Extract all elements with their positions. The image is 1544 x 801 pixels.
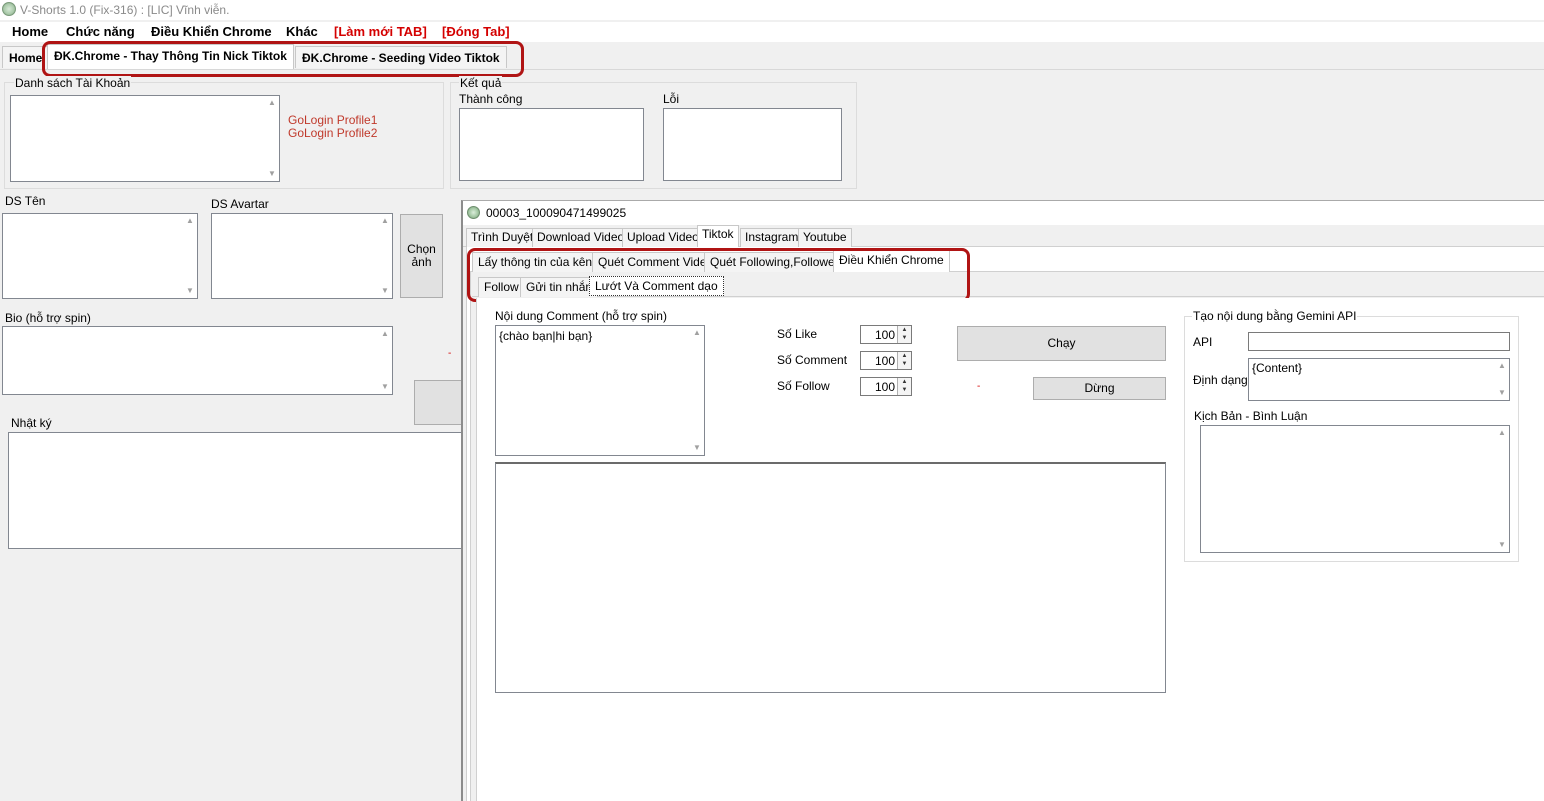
stepper-arrows-icon[interactable]: ▲ ▼ [897, 378, 911, 395]
scrollbar[interactable]: ▲ ▼ [1497, 428, 1507, 550]
scrollbar[interactable]: ▲ ▼ [1497, 361, 1507, 398]
menu-chrome-control[interactable]: Điều Khiển Chrome [151, 24, 272, 39]
bio-textarea[interactable]: ▲ ▼ [2, 326, 393, 395]
success-label: Thành công [459, 92, 523, 106]
menu-home[interactable]: Home [12, 24, 48, 39]
highlight-main-tabs [42, 41, 524, 77]
bio-label: Bio (hỗ trợ spin) [5, 311, 91, 325]
profile-item-2[interactable]: GoLogin Profile2 [288, 126, 377, 140]
follow-count-label: Số Follow [777, 379, 830, 393]
api-input[interactable] [1248, 332, 1510, 351]
like-count-label: Số Like [777, 327, 818, 341]
avatar-textarea[interactable]: ▲ ▼ [211, 213, 393, 299]
format-value: {Content} [1252, 361, 1303, 375]
follow-count-stepper[interactable]: 100 ▲ ▼ [860, 377, 912, 396]
like-count-value: 100 [874, 328, 895, 342]
comment-count-stepper[interactable]: 100 ▲ ▼ [860, 351, 912, 370]
tab-upload-video[interactable]: Upload Video [622, 228, 704, 247]
stop-button[interactable]: Dừng [1033, 377, 1166, 400]
profile-item-1[interactable]: GoLogin Profile1 [288, 113, 377, 127]
stepper-arrows-icon[interactable]: ▲ ▼ [897, 352, 911, 369]
child-title-bar: 00003_100090471499025 [463, 201, 1544, 225]
run-button[interactable]: Chạy [957, 326, 1166, 361]
tab-tiktok[interactable]: Tiktok [697, 225, 739, 247]
scrollbar[interactable]: ▲ ▼ [692, 328, 702, 453]
comment-content-textarea[interactable]: {chào bạn|hi bạn} ▲ ▼ [495, 325, 705, 456]
comment-count-label: Số Comment [777, 353, 848, 367]
account-list-textarea[interactable]: ▲ ▼ [10, 95, 280, 182]
account-list-label: Danh sách Tài Khoản [14, 76, 132, 90]
comment-content-value: {chào bạn|hi bạn} [499, 329, 593, 343]
menu-features[interactable]: Chức năng [66, 24, 135, 39]
names-textarea[interactable]: ▲ ▼ [2, 213, 198, 299]
window-title: V-Shorts 1.0 (Fix-316) : [LIC] Vĩnh viễn… [20, 3, 230, 17]
error-label: Lỗi [663, 92, 680, 106]
stepper-arrows-icon[interactable]: ▲ ▼ [897, 326, 911, 343]
avatar-label: DS Avartar [211, 197, 269, 211]
log-label: Nhật ký [11, 416, 52, 430]
script-label: Kịch Bản - Bình Luận [1194, 409, 1308, 423]
run-status-dash: - [977, 381, 981, 392]
menu-refresh-tab[interactable]: [Làm mới TAB] [334, 24, 427, 39]
api-label: API [1193, 335, 1213, 349]
success-textarea[interactable] [459, 108, 644, 181]
title-bar: V-Shorts 1.0 (Fix-316) : [LIC] Vĩnh viễn… [0, 0, 1544, 20]
tab-browser[interactable]: Trình Duyệt [466, 228, 539, 247]
scrollbar[interactable]: ▲ ▼ [380, 216, 390, 296]
tab-instagram[interactable]: Instagram [740, 228, 804, 247]
like-count-stepper[interactable]: 100 ▲ ▼ [860, 325, 912, 344]
scrollbar[interactable]: ▲ ▼ [380, 329, 390, 392]
app-logo-icon [2, 2, 16, 16]
tab-youtube[interactable]: Youtube [798, 228, 852, 247]
format-textarea[interactable]: {Content} ▲ ▼ [1248, 358, 1510, 401]
log-textarea[interactable] [8, 432, 462, 549]
format-label: Định dạng [1193, 373, 1248, 387]
error-textarea[interactable] [663, 108, 842, 181]
result-label: Kết quả [459, 76, 503, 90]
choose-image-button[interactable]: Chọn ảnh [400, 214, 443, 298]
scrollbar[interactable]: ▲ ▼ [185, 216, 195, 296]
child-window-title: 00003_100090471499025 [486, 206, 627, 220]
menu-other[interactable]: Khác [286, 24, 318, 39]
follow-count-value: 100 [874, 380, 895, 394]
scrollbar[interactable]: ▲ ▼ [267, 98, 277, 179]
comment-count-value: 100 [874, 354, 895, 368]
choose-image-label: Chọn ảnh [407, 242, 436, 269]
comment-content-label: Nội dung Comment (hỗ trợ spin) [495, 309, 667, 323]
status-dash: - [448, 348, 452, 359]
script-textarea[interactable]: ▲ ▼ [1200, 425, 1510, 553]
names-label: DS Tên [5, 194, 46, 208]
menu-close-tab[interactable]: [Đóng Tab] [442, 24, 510, 39]
tab-download-video[interactable]: Download Video [532, 228, 630, 247]
child-app-icon [467, 206, 480, 219]
highlight-subtabs [467, 248, 970, 302]
hidden-action-button[interactable] [414, 380, 461, 425]
output-log-textarea[interactable] [495, 462, 1166, 693]
gemini-group-label: Tạo nội dung bằng Gemini API [1192, 309, 1358, 323]
